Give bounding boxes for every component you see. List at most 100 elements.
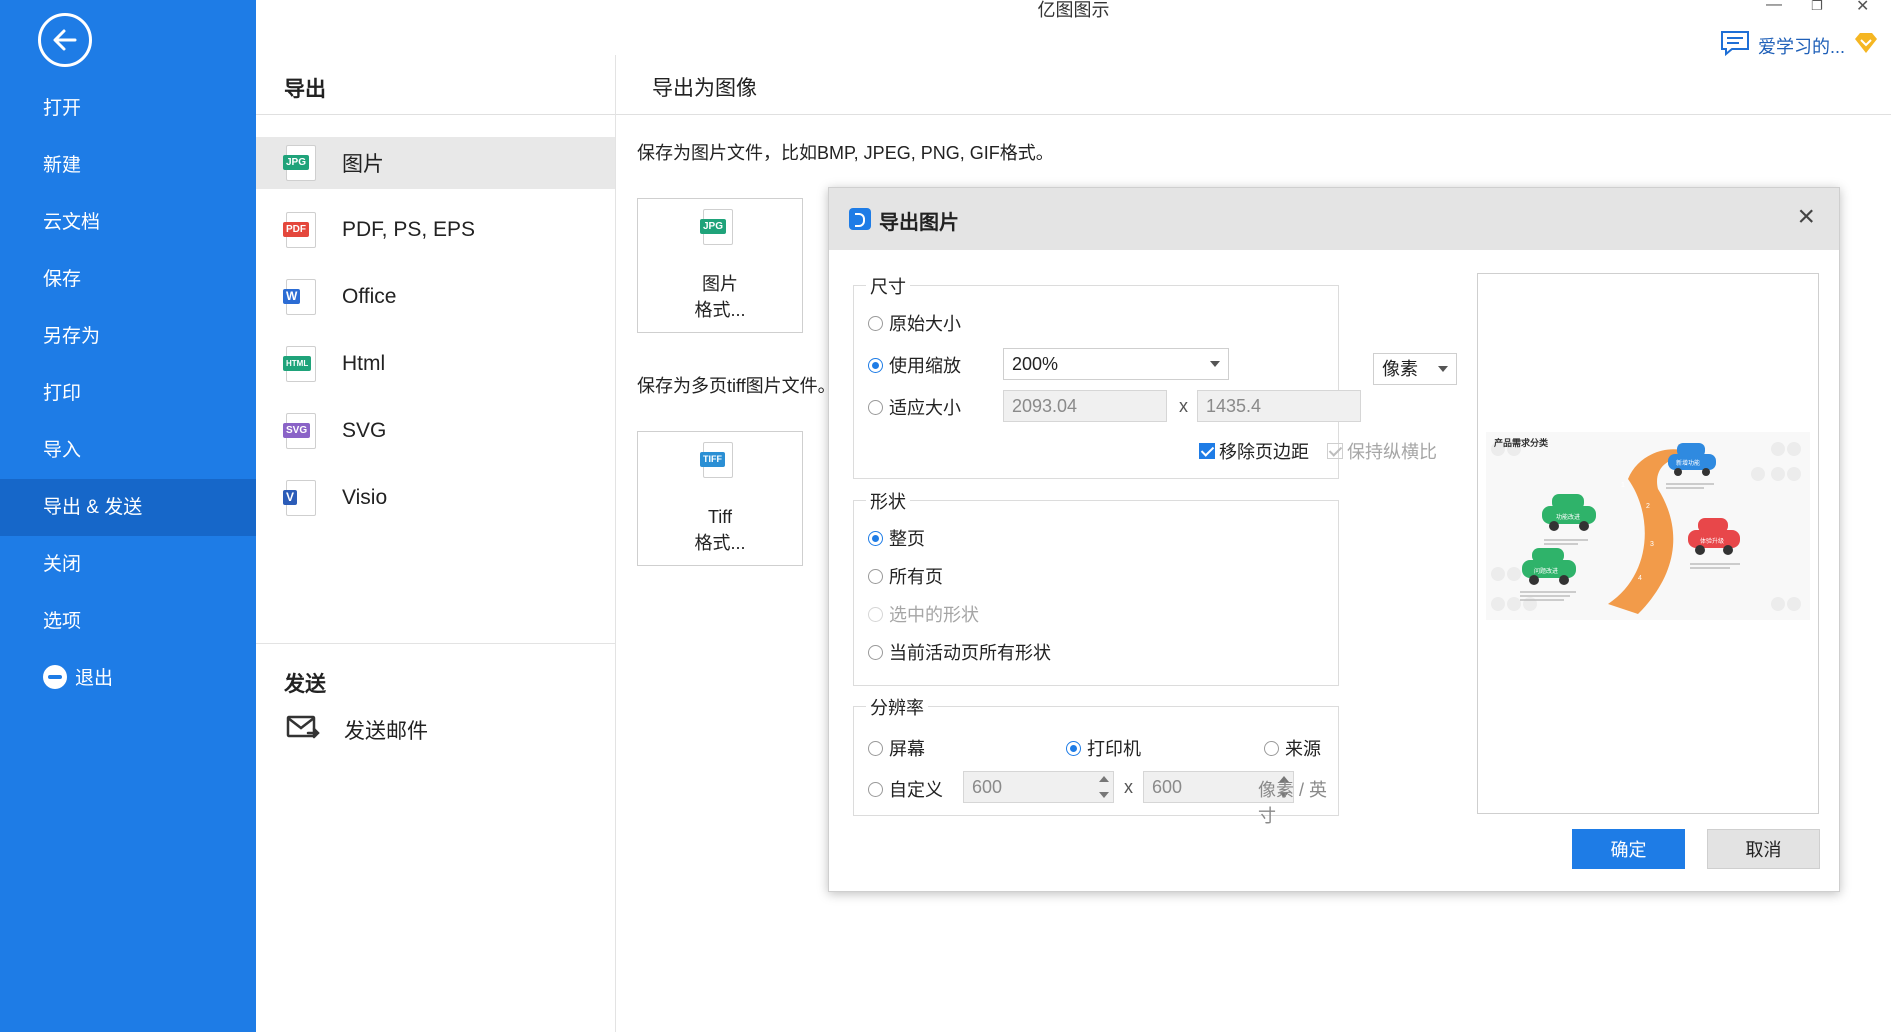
radio-label: 适应大小 <box>889 398 961 418</box>
shape-group: 形状 整页 所有页 选中的形状 当前活动页所有形状 <box>853 488 1339 686</box>
sidebar-item-cloud-docs[interactable]: 云文档 <box>0 194 256 251</box>
radio-label: 屏幕 <box>889 739 925 759</box>
radio-custom[interactable]: 自定义 <box>868 776 943 802</box>
radio-printer[interactable]: 打印机 <box>1066 735 1141 761</box>
format-label: Visio <box>342 486 388 509</box>
image-format-button[interactable]: JPG 图片 格式... <box>637 198 803 333</box>
resolution-y-value: 600 <box>1152 777 1183 797</box>
box-label-line: 格式... <box>694 533 746 553</box>
cancel-button[interactable]: 取消 <box>1707 829 1820 869</box>
sidebar-item-label: 关闭 <box>43 554 82 575</box>
restore-icon[interactable]: ❐ <box>1811 0 1823 14</box>
preview-label: 问题改进 <box>1534 567 1558 575</box>
jpg-file-icon: JPG <box>700 209 733 245</box>
width-field[interactable]: 2093.04 <box>1003 390 1167 422</box>
sidebar-item-close[interactable]: 关闭 <box>0 536 256 593</box>
sidebar-item-label: 导入 <box>43 440 82 461</box>
box-label-line: Tiff <box>707 507 732 527</box>
export-image-dialog: 导出图片 × 尺寸 原始大小 使用缩放 200% 适应大小 2093.04 x … <box>828 187 1840 892</box>
format-list: JPG 图片 PDF PDF, PS, EPS W Office HTML Ht… <box>256 137 615 539</box>
preview-label: 新增功能 <box>1676 459 1700 467</box>
format-item-html[interactable]: HTML Html <box>256 338 615 390</box>
format-label: 图片 <box>342 153 384 176</box>
tiff-export-description: 保存为多页tiff图片文件。 <box>637 376 836 396</box>
radio-button[interactable] <box>1264 740 1279 756</box>
vip-diamond-icon[interactable] <box>1853 31 1879 60</box>
sidebar-item-label: 新建 <box>43 155 82 176</box>
radio-button[interactable] <box>868 568 883 584</box>
close-window-icon[interactable]: ✕ <box>1856 0 1869 16</box>
tiff-file-icon: TIFF <box>700 442 733 478</box>
minimize-icon[interactable]: — <box>1766 0 1782 14</box>
sidebar-item-import[interactable]: 导入 <box>0 422 256 479</box>
height-field[interactable]: 1435.4 <box>1197 390 1361 422</box>
format-item-pdf[interactable]: PDF PDF, PS, EPS <box>256 204 615 256</box>
box-label-line: 图片 <box>702 274 738 294</box>
exit-icon <box>43 664 67 689</box>
radio-label: 原始大小 <box>889 314 961 334</box>
radio-label: 当前活动页所有形状 <box>889 643 1051 663</box>
file-icon-tag: HTML <box>283 356 312 371</box>
radio-button[interactable] <box>868 740 883 756</box>
zoom-select[interactable]: 200% <box>1003 348 1229 380</box>
radio-button[interactable] <box>868 357 883 373</box>
file-icon-tag: PDF <box>283 222 309 237</box>
user-area[interactable]: 爱学习的... <box>1720 30 1879 61</box>
radio-button[interactable] <box>868 644 883 660</box>
unit-select[interactable]: 像素 <box>1373 353 1457 385</box>
format-item-office[interactable]: W Office <box>256 271 615 323</box>
tiff-format-label: Tiff 格式... <box>638 504 802 556</box>
send-email-button[interactable]: 发送邮件 <box>286 713 428 747</box>
checkbox-remove-margin[interactable]: 移除页边距 <box>1199 438 1309 464</box>
close-icon[interactable]: × <box>1797 202 1815 232</box>
format-item-image[interactable]: JPG 图片 <box>256 137 615 189</box>
radio-button[interactable] <box>868 399 883 415</box>
sidebar-item-new[interactable]: 新建 <box>0 137 256 194</box>
user-name[interactable]: 爱学习的... <box>1758 33 1845 59</box>
radio-current-page-shapes[interactable]: 当前活动页所有形状 <box>868 639 1051 665</box>
sidebar-item-export-send[interactable]: 导出 & 发送 <box>0 479 256 536</box>
radio-button[interactable] <box>868 315 883 331</box>
checkbox[interactable] <box>1327 443 1343 459</box>
format-label: SVG <box>342 419 387 442</box>
format-item-visio[interactable]: V Visio <box>256 472 615 524</box>
radio-use-zoom[interactable]: 使用缩放 <box>868 352 961 378</box>
radio-label: 选中的形状 <box>889 605 979 625</box>
export-format-panel: 导出 JPG 图片 PDF PDF, PS, EPS W Office HTML… <box>256 55 616 1032</box>
radio-label: 使用缩放 <box>889 356 961 376</box>
radio-label: 自定义 <box>889 780 943 800</box>
checkbox-label: 保持纵横比 <box>1347 442 1437 462</box>
sidebar-item-open[interactable]: 打开 <box>0 80 256 137</box>
export-preview: 产品需求分类 1 2 3 4 功能改进 新增功能 体验升级 问题改进 <box>1477 273 1819 814</box>
back-button[interactable] <box>38 13 92 67</box>
spin-arrows-icon[interactable] <box>1099 776 1109 798</box>
radio-selected-shapes[interactable]: 选中的形状 <box>868 601 979 627</box>
radio-button[interactable] <box>868 530 883 546</box>
radio-screen[interactable]: 屏幕 <box>868 735 925 761</box>
sidebar-item-exit[interactable]: 退出 <box>0 650 256 707</box>
sidebar-item-print[interactable]: 打印 <box>0 365 256 422</box>
radio-source[interactable]: 来源 <box>1264 735 1321 761</box>
radio-button[interactable] <box>868 781 883 797</box>
message-icon[interactable] <box>1720 30 1750 61</box>
radio-original-size[interactable]: 原始大小 <box>868 310 961 336</box>
checkbox[interactable] <box>1199 443 1215 459</box>
sidebar-item-options[interactable]: 选项 <box>0 593 256 650</box>
content-title: 导出为图像 <box>652 77 757 100</box>
radio-whole-page[interactable]: 整页 <box>868 525 925 551</box>
send-divider <box>256 643 615 644</box>
resolution-x-stepper[interactable]: 600 <box>963 771 1114 803</box>
preview-label: 体验升级 <box>1700 537 1724 545</box>
radio-button[interactable] <box>1066 740 1081 756</box>
checkbox-keep-ratio[interactable]: 保持纵横比 <box>1327 438 1437 464</box>
radio-button[interactable] <box>868 606 883 622</box>
radio-all-pages[interactable]: 所有页 <box>868 563 943 589</box>
sidebar-item-save-as[interactable]: 另存为 <box>0 308 256 365</box>
format-item-svg[interactable]: SVG SVG <box>256 405 615 457</box>
radio-fit-size[interactable]: 适应大小 <box>868 394 961 420</box>
tiff-format-button[interactable]: TIFF Tiff 格式... <box>637 431 803 566</box>
app-window: 亿图图示 — ❐ ✕ 爱学习的... 打开 新建 云文档 保存 另存为 打印 导… <box>0 0 1891 1032</box>
ok-button[interactable]: 确定 <box>1572 829 1685 869</box>
sidebar-item-save[interactable]: 保存 <box>0 251 256 308</box>
times-sign: x <box>1124 777 1133 797</box>
